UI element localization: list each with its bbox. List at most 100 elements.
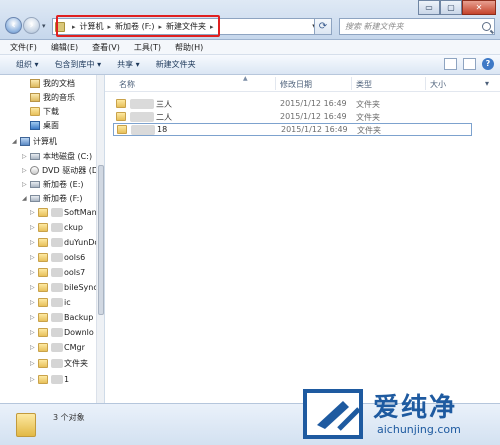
file-name: 二人: [156, 113, 172, 122]
menu-edit[interactable]: 编辑(E): [51, 42, 78, 53]
expand-arrow-icon[interactable]: ▷: [30, 254, 38, 261]
expand-arrow-icon[interactable]: ▷: [30, 239, 38, 246]
expand-arrow-icon[interactable]: ◢: [12, 138, 20, 145]
nav-item-downloads[interactable]: 下载: [30, 105, 59, 118]
drive-icon: [30, 195, 40, 202]
expand-arrow-icon[interactable]: ▷: [30, 284, 38, 291]
nav-item-computer[interactable]: ◢ 计算机: [12, 135, 57, 148]
nav-item-documents[interactable]: 我的文档: [30, 77, 75, 90]
nav-folder[interactable]: ▷ bileSync: [30, 281, 98, 294]
expand-arrow-icon[interactable]: ▷: [22, 181, 30, 188]
object-count: 3 个对象: [53, 413, 85, 422]
nav-scrollbar-thumb[interactable]: [98, 165, 104, 315]
nav-folder[interactable]: ▷ ools6: [30, 251, 85, 264]
column-divider[interactable]: [351, 77, 352, 90]
expand-arrow-icon[interactable]: ▷: [30, 344, 38, 351]
folder-icon: [116, 99, 126, 108]
folder-icon: [38, 238, 48, 247]
nav-item-drive-c[interactable]: ▷ 本地磁盘 (C:): [22, 150, 92, 163]
organize-button[interactable]: 组织 ▾: [16, 59, 39, 70]
nav-folder[interactable]: ▷ 1: [30, 373, 69, 386]
expand-arrow-icon[interactable]: ▷: [22, 153, 30, 160]
expand-arrow-icon[interactable]: ▷: [30, 376, 38, 383]
file-row-selected[interactable]: 18 2015/1/12 16:49 文件夹: [113, 123, 472, 136]
nav-folder[interactable]: ▷ CMgr: [30, 341, 85, 354]
blurred-text: [51, 328, 63, 337]
column-size[interactable]: 大小: [430, 79, 446, 90]
recent-pages-icon[interactable]: ▾: [42, 22, 46, 30]
preview-pane-icon[interactable]: [463, 58, 476, 70]
back-button[interactable]: ‹: [5, 17, 22, 34]
file-row[interactable]: 三人 2015/1/12 16:49 文件夹: [113, 98, 473, 110]
nav-item-drive-e[interactable]: ▷ 新加卷 (E:): [22, 178, 84, 191]
drive-icon: [30, 181, 40, 188]
nav-folder[interactable]: ▷ SoftMan: [30, 206, 97, 219]
library-folder-icon: [30, 93, 40, 102]
menu-tools[interactable]: 工具(T): [134, 42, 161, 53]
refresh-button[interactable]: ⟳: [314, 18, 332, 35]
menu-view[interactable]: 查看(V): [92, 42, 120, 53]
navigation-pane[interactable]: 我的文档 我的音乐 下载 桌面 ◢ 计算机 ▷ 本地磁盘 (C:) ▷ DVD 驱动器…: [0, 75, 104, 403]
file-name: 三人: [156, 100, 172, 109]
expand-arrow-icon[interactable]: ▷: [30, 209, 38, 216]
menu-file[interactable]: 文件(F): [10, 42, 37, 53]
column-divider[interactable]: [275, 77, 276, 90]
nav-folder[interactable]: ▷ ools7: [30, 266, 85, 279]
maximize-button[interactable]: ▢: [440, 0, 462, 15]
share-button[interactable]: 共享 ▾: [117, 59, 140, 70]
expand-arrow-icon[interactable]: ▷: [30, 360, 38, 367]
file-type: 文件夹: [356, 113, 380, 122]
nav-folder[interactable]: ▷ ic: [30, 296, 71, 309]
folder-icon: [38, 253, 48, 262]
column-type[interactable]: 类型: [356, 79, 372, 90]
column-divider[interactable]: [425, 77, 426, 90]
forward-button[interactable]: ›: [23, 17, 40, 34]
expand-arrow-icon[interactable]: ▷: [30, 299, 38, 306]
blurred-text: [51, 223, 63, 232]
nav-label: bileSync: [64, 283, 98, 292]
nav-label: 新加卷 (F:): [43, 194, 83, 203]
nav-folder[interactable]: ▷ Downlo: [30, 326, 94, 339]
close-button[interactable]: ✕: [462, 0, 496, 15]
expand-arrow-icon[interactable]: ▷: [30, 314, 38, 321]
folder-icon: [38, 268, 48, 277]
nav-folder[interactable]: ▷ Backup: [30, 311, 93, 324]
search-box[interactable]: 搜索 新建文件夹: [339, 18, 495, 35]
search-input[interactable]: 搜索 新建文件夹: [345, 21, 404, 32]
file-list[interactable]: ▲ 名称 修改日期 类型 大小 ▾ 三人 2015/1/12 16:49 文件夹…: [105, 75, 500, 403]
folder-icon: [38, 223, 48, 232]
file-row[interactable]: 二人 2015/1/12 16:49 文件夹: [113, 111, 473, 123]
menu-help[interactable]: 帮助(H): [175, 42, 203, 53]
expand-arrow-icon[interactable]: ▷: [30, 269, 38, 276]
nav-label: 桌面: [43, 121, 59, 130]
chevron-down-icon[interactable]: ▾: [485, 79, 489, 88]
window-controls: ▭ ▢ ✕: [418, 0, 496, 15]
view-options-icon[interactable]: [444, 58, 457, 70]
nav-item-drive-f[interactable]: ◢ 新加卷 (F:): [22, 192, 82, 205]
nav-label: 计算机: [33, 137, 57, 146]
search-icon[interactable]: [482, 22, 491, 31]
minimize-button[interactable]: ▭: [418, 0, 440, 15]
blurred-text: [130, 112, 154, 122]
expand-arrow-icon[interactable]: ▷: [30, 224, 38, 231]
blurred-text: [131, 125, 155, 135]
column-name[interactable]: 名称: [119, 79, 135, 90]
new-folder-button[interactable]: 新建文件夹: [156, 59, 196, 70]
expand-arrow-icon[interactable]: ▷: [22, 167, 30, 174]
nav-scrollbar[interactable]: [96, 75, 104, 403]
nav-item-drive-d[interactable]: ▷ DVD 驱动器 (D:: [22, 164, 101, 177]
include-in-library-button[interactable]: 包含到库中 ▾: [55, 59, 102, 70]
folder-icon: [38, 343, 48, 352]
help-icon[interactable]: ?: [482, 58, 494, 70]
expand-arrow-icon[interactable]: ▷: [30, 329, 38, 336]
blurred-text: [51, 253, 63, 262]
nav-folder[interactable]: ▷ 文件夹: [30, 357, 88, 370]
folder-icon: [38, 375, 48, 384]
nav-folder[interactable]: ▷ duYunDo: [30, 236, 99, 249]
command-bar: 组织 ▾ 包含到库中 ▾ 共享 ▾ 新建文件夹 ?: [0, 55, 500, 75]
nav-item-desktop[interactable]: 桌面: [30, 119, 59, 132]
column-date[interactable]: 修改日期: [280, 79, 312, 90]
nav-folder[interactable]: ▷ ckup: [30, 221, 83, 234]
expand-arrow-icon[interactable]: ◢: [22, 195, 30, 202]
nav-item-music[interactable]: 我的音乐: [30, 91, 75, 104]
